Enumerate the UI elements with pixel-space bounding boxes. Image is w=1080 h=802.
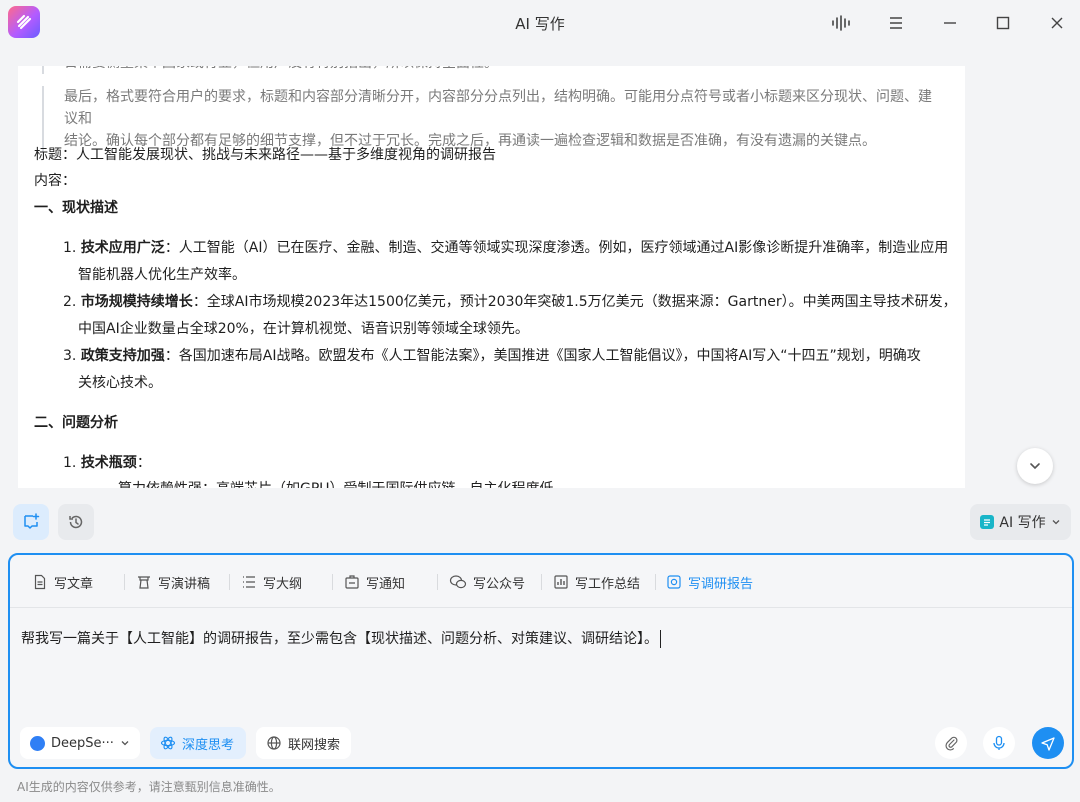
tab-divider — [332, 574, 333, 590]
tab-write-outline[interactable]: 写大纲 — [241, 571, 302, 593]
quote-line: 最后，格式要符合用户的要求，标题和内容部分清晰分开，内容部分分点列出，结构明确。… — [64, 89, 932, 127]
voice-input-button[interactable] — [983, 727, 1015, 759]
scroll-to-bottom-button[interactable] — [1017, 448, 1053, 484]
history-icon — [69, 515, 83, 529]
deep-think-icon — [160, 736, 176, 750]
list-item: 3. 政策支持加强：各国加速布局AI战略。欧盟发布《人工智能法案》，美国推进《国… — [63, 345, 921, 367]
minimize-icon[interactable] — [937, 10, 963, 36]
sub-list-item-partial: 算力依赖性强：高端芯片（如GPU）受制于国际供应链，自主化程度低。 — [118, 478, 568, 488]
send-icon — [1041, 737, 1055, 751]
history-button[interactable] — [58, 504, 94, 540]
deep-think-label: 深度思考 — [182, 737, 235, 753]
document-icon — [34, 574, 46, 590]
web-search-toggle[interactable]: 联网搜索 — [256, 727, 351, 759]
audio-wave-icon[interactable] — [829, 10, 855, 36]
wechat-icon — [449, 575, 467, 589]
title-bar: AI 写作 — [0, 0, 1080, 46]
tab-write-work-summary[interactable]: 写工作总结 — [553, 571, 640, 593]
attach-file-button[interactable] — [935, 727, 967, 759]
notice-icon — [345, 575, 359, 589]
podium-icon — [138, 576, 150, 589]
deep-think-toggle[interactable]: 深度思考 — [150, 727, 246, 759]
ai-write-icon — [980, 515, 995, 529]
tab-write-speech[interactable]: 写演讲稿 — [136, 571, 210, 593]
maximize-icon[interactable] — [990, 10, 1016, 36]
chevron-down-icon — [121, 741, 129, 746]
list-number: 1. — [63, 455, 77, 471]
globe-icon — [267, 736, 281, 750]
list-item: 2. 市场规模持续增长：全球AI市场规模2023年达1500亿美元，预计2030… — [63, 291, 957, 313]
menu-icon[interactable] — [883, 10, 909, 36]
tab-label: 写调研报告 — [688, 576, 754, 592]
tab-label: 写文章 — [54, 576, 94, 592]
microphone-icon — [993, 735, 1005, 750]
list-item-text: ：全球AI市场规模2023年达1500亿美元，预计2030年突破1.5万亿美元（… — [192, 294, 957, 310]
list-number: 3. — [63, 348, 77, 364]
list-item-text: ：各国加速布局AI战略。欧盟发布《人工智能法案》，美国推进《国家人工智能倡议》，… — [164, 348, 921, 364]
composer-panel: 写文章 写演讲稿 写大纲 写通知 写公众号 写工作总结 写调研报告 帮我写一篇关… — [8, 553, 1074, 769]
new-chat-button[interactable] — [13, 504, 49, 540]
section-heading-1: 一、现状描述 — [34, 200, 118, 216]
section-heading-2: 二、问题分析 — [34, 415, 118, 431]
list-item-bold: 技术应用广泛 — [80, 240, 165, 256]
tab-write-wechat-post[interactable]: 写公众号 — [449, 571, 525, 593]
writing-type-tabs: 写文章 写演讲稿 写大纲 写通知 写公众号 写工作总结 写调研报告 — [10, 555, 1072, 608]
list-item-continuation: 中国AI企业数量占全球20%，在计算机视觉、语音识别等领域全球领先。 — [78, 321, 529, 337]
ai-mode-dropdown[interactable]: AI 写作 — [970, 504, 1071, 540]
list-item-continuation: 智能机器人优化生产效率。 — [78, 267, 246, 283]
list-number: 1. — [63, 240, 77, 256]
tab-divider — [437, 574, 438, 590]
content-label: 内容： — [34, 173, 76, 189]
tab-write-research-report[interactable]: 写调研报告 — [666, 571, 753, 593]
text-caret — [660, 630, 661, 648]
tab-divider — [124, 574, 125, 590]
list-item-bold: 政策支持加强 — [80, 348, 165, 364]
tab-divider — [541, 574, 542, 590]
attachment-icon — [945, 736, 958, 751]
report-title: 标题：人工智能发展现状、挑战与未来路径——基于多维度视角的调研报告 — [34, 147, 496, 163]
disclaimer-text: AI生成的内容仅供参考，请注意甄别信息准确性。 — [17, 780, 281, 794]
report-icon — [667, 575, 681, 589]
tab-label: 写公众号 — [473, 576, 526, 592]
list-item: 1. 技术应用广泛：人工智能（AI）已在医疗、金融、制造、交通等领域实现深度渗透… — [63, 237, 948, 259]
deepseek-icon — [30, 735, 45, 751]
tab-divider — [229, 574, 230, 590]
web-search-label: 联网搜索 — [288, 737, 341, 753]
tab-label: 写通知 — [366, 576, 406, 592]
ai-mode-label: AI 写作 — [999, 515, 1046, 531]
new-chat-icon — [24, 513, 40, 529]
tab-label: 写演讲稿 — [158, 576, 211, 592]
list-item: 1. 技术瓶颈： — [63, 452, 151, 474]
send-button[interactable] — [1032, 727, 1064, 759]
prompt-input[interactable]: 帮我写一篇关于【人工智能】的调研报告，至少需包含【现状描述、问题分析、对策建议、… — [21, 628, 661, 648]
list-number: 2. — [63, 294, 77, 310]
tab-write-notice[interactable]: 写通知 — [344, 571, 405, 593]
quote-partial-line: 日需要侧重某个国家或行业，但用户没有特别指出，所以保持全面性。 — [42, 66, 944, 74]
list-item-bold: 市场规模持续增长 — [80, 294, 193, 310]
list-item-text: ： — [136, 455, 151, 471]
chart-icon — [554, 575, 568, 589]
chevron-down-icon — [1052, 520, 1060, 525]
prompt-text: 帮我写一篇关于【人工智能】的调研报告，至少需包含【现状描述、问题分析、对策建议、… — [21, 631, 658, 647]
chevron-down-icon — [1030, 463, 1040, 470]
close-icon[interactable] — [1044, 10, 1070, 36]
list-item-bold: 技术瓶颈 — [80, 455, 137, 471]
tab-label: 写工作总结 — [575, 576, 641, 592]
list-item-continuation: 关核心技术。 — [78, 375, 162, 391]
tab-label: 写大纲 — [263, 576, 303, 592]
tab-divider — [655, 574, 656, 590]
document-panel: 日需要侧重某个国家或行业，但用户没有特别指出，所以保持全面性。 最后，格式要符合… — [18, 66, 965, 488]
window-title: AI 写作 — [515, 15, 565, 33]
thinking-quote: 最后，格式要符合用户的要求，标题和内容部分清晰分开，内容部分分点列出，结构明确。… — [42, 86, 944, 152]
model-selector[interactable]: DeepSe··· — [20, 727, 140, 759]
model-label: DeepSe··· — [51, 735, 114, 751]
tab-write-article[interactable]: 写文章 — [32, 571, 93, 593]
list-item-text: ：人工智能（AI）已在医疗、金融、制造、交通等领域实现深度渗透。例如，医疗领域通… — [164, 240, 949, 256]
outline-icon — [243, 576, 255, 588]
